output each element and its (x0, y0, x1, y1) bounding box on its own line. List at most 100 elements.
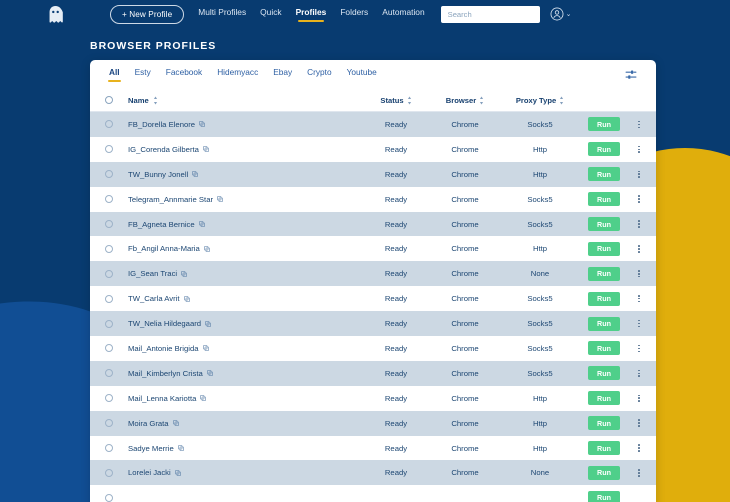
row-actions-cell[interactable] (628, 467, 650, 478)
row-select-radio[interactable] (105, 170, 113, 179)
row-select-radio[interactable] (105, 319, 113, 328)
tab-crypto[interactable]: Crypto (307, 67, 331, 82)
copy-icon[interactable] (192, 171, 199, 178)
row-actions-cell[interactable] (628, 119, 650, 130)
tab-hidemyacc[interactable]: Hidemyacc (217, 67, 258, 82)
row-actions-cell[interactable] (628, 193, 650, 204)
tab-all[interactable]: All (108, 67, 121, 82)
run-button[interactable]: Run (588, 142, 620, 157)
row-actions-cell[interactable] (628, 393, 650, 404)
row-select-radio[interactable] (105, 344, 113, 353)
row-actions-cell[interactable] (628, 268, 650, 279)
nav-link-quick[interactable]: Quick (260, 7, 281, 21)
copy-icon[interactable] (199, 121, 206, 128)
row-select-radio[interactable] (105, 468, 113, 477)
nav-link-profiles[interactable]: Profiles (296, 7, 326, 22)
row-name-cell[interactable]: IG_Corenda Gilberta (128, 145, 362, 154)
row-select-radio[interactable] (105, 220, 113, 228)
run-button[interactable]: Run (588, 291, 620, 306)
sort-name-icon[interactable] (153, 95, 158, 105)
row-name-cell[interactable]: Lorelei Jacki (128, 468, 362, 477)
copy-icon[interactable] (203, 146, 209, 153)
row-select-radio[interactable] (105, 394, 113, 403)
row-more-options-icon[interactable] (636, 393, 642, 404)
nav-link-multi-profiles[interactable]: Multi Profiles (198, 7, 246, 21)
table-row[interactable]: Run (90, 485, 656, 502)
row-run-cell[interactable]: Run (580, 142, 628, 157)
row-name-cell[interactable]: IG_Sean Traci (128, 269, 362, 278)
table-row[interactable]: Mail_Kimberlyn Crista Ready Chrome Socks5 Ru… (90, 360, 656, 386)
nav-link-folders[interactable]: Folders (340, 7, 368, 21)
tab-facebook[interactable]: Facebook (166, 67, 202, 82)
row-name-cell[interactable]: FB_Agneta Bernice (128, 220, 362, 229)
column-header-browser[interactable]: Browser (430, 96, 500, 105)
row-select-cell[interactable] (90, 444, 128, 453)
run-button[interactable]: Run (588, 465, 620, 480)
row-more-options-icon[interactable] (636, 318, 642, 329)
copy-icon[interactable] (183, 295, 190, 302)
row-more-options-icon[interactable] (636, 193, 642, 204)
row-select-cell[interactable] (90, 120, 128, 129)
row-run-cell[interactable]: Run (580, 217, 628, 231)
row-more-options-icon[interactable] (636, 243, 642, 254)
row-run-cell[interactable]: Run (580, 465, 628, 480)
table-row[interactable]: Moira Grata Ready Chrome Http Run (90, 410, 656, 436)
row-select-cell[interactable] (90, 220, 128, 228)
row-run-cell[interactable]: Run (580, 241, 628, 256)
row-actions-cell[interactable] (628, 343, 650, 354)
run-button[interactable]: Run (588, 167, 620, 182)
row-select-radio[interactable] (105, 419, 113, 428)
row-select-radio[interactable] (105, 444, 113, 453)
copy-icon[interactable] (203, 245, 210, 252)
copy-icon[interactable] (206, 370, 213, 377)
table-row[interactable]: Mail_Lenna Kariotta Ready Chrome Http Run (90, 385, 656, 411)
row-run-cell[interactable]: Run (580, 490, 628, 502)
column-header-proxy-type[interactable]: Proxy Type (500, 96, 580, 105)
row-select-cell[interactable] (90, 145, 128, 154)
row-run-cell[interactable]: Run (580, 391, 628, 406)
row-run-cell[interactable]: Run (580, 266, 628, 281)
nav-link-automation[interactable]: Automation (382, 7, 424, 21)
row-select-radio[interactable] (105, 244, 113, 253)
row-run-cell[interactable]: Run (580, 192, 628, 207)
copy-icon[interactable] (200, 395, 207, 402)
run-button[interactable]: Run (588, 241, 620, 256)
run-button[interactable]: Run (588, 441, 620, 456)
search-box[interactable] (440, 5, 540, 23)
table-row[interactable]: IG_Corenda Gilberta Ready Chrome Http Run (90, 136, 656, 162)
search-input[interactable] (447, 9, 533, 19)
tab-ebay[interactable]: Ebay (273, 67, 292, 82)
row-run-cell[interactable]: Run (580, 291, 628, 306)
row-name-cell[interactable]: TW_Bunny Jonell (128, 170, 362, 179)
row-select-cell[interactable] (90, 319, 128, 328)
copy-icon[interactable] (202, 345, 209, 352)
row-select-cell[interactable] (90, 344, 128, 353)
table-row[interactable]: TW_Bunny Jonell Ready Chrome Http Run (90, 161, 656, 187)
table-row[interactable]: Mail_Antonie Brigida Ready Chrome Socks5 Run (90, 336, 656, 361)
copy-icon[interactable] (198, 221, 205, 227)
new-profile-button[interactable]: + New Profile (110, 4, 185, 24)
row-run-cell[interactable]: Run (580, 366, 628, 381)
row-more-options-icon[interactable] (636, 169, 642, 180)
row-more-options-icon[interactable] (636, 368, 642, 379)
row-select-cell[interactable] (90, 394, 128, 403)
row-name-cell[interactable]: Mail_Lenna Kariotta (128, 394, 362, 403)
run-button[interactable]: Run (588, 217, 620, 231)
row-name-cell[interactable]: Sadye Merrie (128, 444, 362, 453)
row-more-options-icon[interactable] (636, 144, 642, 155)
row-select-cell[interactable] (90, 419, 128, 428)
row-more-options-icon[interactable] (636, 293, 642, 304)
select-all-radio[interactable] (105, 96, 113, 104)
row-select-radio[interactable] (105, 493, 113, 502)
row-name-cell[interactable]: Fb_Angil Anna-Maria (128, 244, 362, 253)
table-row[interactable]: FB_Agneta Bernice Ready Chrome Socks5 Run (90, 211, 656, 237)
row-select-cell[interactable] (90, 294, 128, 303)
row-select-cell[interactable] (90, 195, 128, 204)
copy-icon[interactable] (205, 320, 211, 327)
run-button[interactable]: Run (588, 341, 620, 356)
row-select-cell[interactable] (90, 369, 128, 378)
table-row[interactable]: Lorelei Jacki Ready Chrome None Run (90, 460, 656, 486)
run-button[interactable]: Run (588, 490, 620, 502)
column-header-status[interactable]: Status (362, 96, 430, 105)
copy-icon[interactable] (181, 270, 188, 277)
